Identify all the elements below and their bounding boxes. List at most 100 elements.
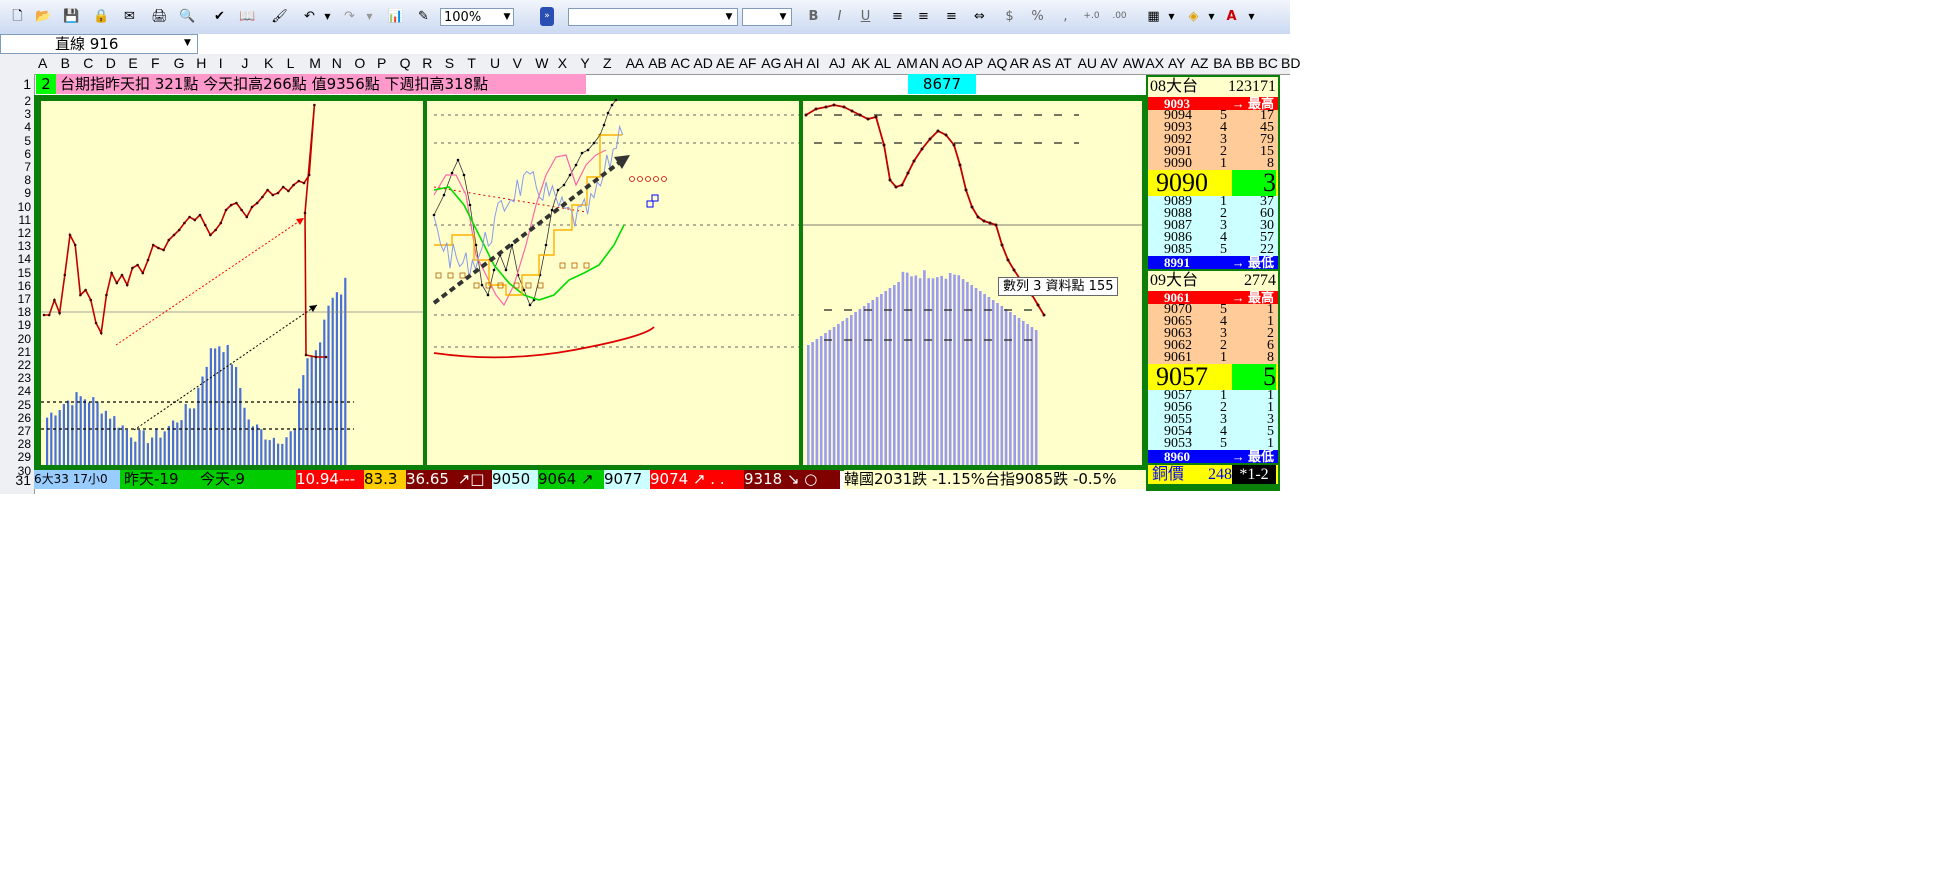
column-header[interactable]: N [332, 55, 342, 71]
font-color-icon[interactable]: A [1222, 7, 1241, 26]
column-header[interactable]: AX [1145, 55, 1164, 71]
font-color-dropdown-icon[interactable]: ▼ [1242, 7, 1261, 26]
row-header[interactable]: 13 [18, 239, 31, 253]
row-header[interactable]: 7 [24, 160, 31, 174]
column-header[interactable]: O [354, 55, 365, 71]
percent-icon[interactable]: % [1028, 7, 1047, 26]
row-header[interactable]: 20 [18, 332, 31, 346]
underline-icon[interactable]: U [856, 7, 875, 26]
column-header[interactable]: G [174, 55, 185, 71]
borders-dropdown-icon[interactable]: ▼ [1162, 7, 1181, 26]
column-header[interactable]: U [490, 55, 500, 71]
drawing-icon[interactable]: ✎ [414, 7, 433, 26]
column-header[interactable]: BC [1258, 55, 1277, 71]
row1-highlight[interactable]: 8677 [908, 74, 976, 94]
column-header[interactable]: AI [806, 55, 819, 71]
formula-bar[interactable] [198, 34, 1290, 54]
row-header[interactable]: 21 [18, 345, 31, 359]
column-header[interactable]: X [558, 55, 567, 71]
column-header[interactable]: V [513, 55, 522, 71]
currency-icon[interactable]: $ [1000, 7, 1019, 26]
print-icon[interactable]: 🖨 [150, 7, 169, 26]
fill-color-dropdown-icon[interactable]: ▼ [1202, 7, 1221, 26]
column-header[interactable]: Q [400, 55, 411, 71]
bold-icon[interactable]: B [804, 7, 823, 26]
column-header[interactable]: W [535, 55, 548, 71]
row-header[interactable]: 6 [24, 147, 31, 161]
column-header[interactable]: AU [1078, 55, 1097, 71]
font-name-dropdown-icon[interactable]: ▼ [722, 8, 736, 26]
row-header[interactable]: 26 [18, 411, 31, 425]
column-header[interactable]: AS [1032, 55, 1051, 71]
row-header[interactable]: 19 [18, 318, 31, 332]
research-icon[interactable]: 📖 [238, 7, 257, 26]
column-header[interactable]: AQ [987, 55, 1007, 71]
row-header[interactable]: 16 [18, 279, 31, 293]
undo-dropdown-icon[interactable]: ▼ [318, 7, 337, 26]
comma-icon[interactable]: , [1056, 7, 1075, 26]
quote-row[interactable]: 08大台 123171 [1148, 77, 1278, 97]
redo-icon[interactable]: ↷ [340, 7, 359, 26]
chart-wizard-icon[interactable]: 📊 [386, 7, 405, 26]
row-header[interactable]: 12 [18, 226, 31, 240]
column-header[interactable]: S [445, 55, 454, 71]
row-header[interactable]: 2 [24, 94, 31, 108]
column-header[interactable]: AV [1100, 55, 1118, 71]
row-header[interactable]: 25 [18, 398, 31, 412]
align-left-icon[interactable]: ≡ [888, 7, 907, 26]
column-header[interactable]: J [241, 55, 248, 71]
row-header[interactable]: 18 [18, 305, 31, 319]
column-header[interactable]: D [106, 55, 116, 71]
column-header[interactable]: AG [761, 55, 781, 71]
column-header[interactable]: AP [965, 55, 984, 71]
name-box-dropdown-icon[interactable]: ▼ [184, 38, 191, 48]
column-header[interactable]: AZ [1191, 55, 1209, 71]
toolbar-options-icon[interactable]: » [540, 7, 554, 26]
increase-decimal-icon[interactable]: +.0 [1082, 7, 1101, 26]
row-header[interactable]: 14 [18, 252, 31, 266]
permission-icon[interactable]: 🔒 [92, 7, 111, 26]
status-value-5[interactable]: 9064 ↗ [538, 470, 604, 489]
new-document-icon[interactable]: 🗋 [8, 7, 27, 26]
column-header[interactable]: AN [919, 55, 938, 71]
column-header[interactable]: K [264, 55, 273, 71]
column-header[interactable]: Z [603, 55, 612, 71]
name-box[interactable]: 直線 916 [0, 34, 198, 54]
row-header[interactable]: 9 [24, 186, 31, 200]
undo-icon[interactable]: ↶ [300, 7, 319, 26]
status-value-8[interactable]: 9318 ↘ ○ [744, 470, 840, 489]
column-header[interactable]: B [61, 55, 70, 71]
quote-row[interactable]: 9090 3 [1148, 170, 1278, 196]
column-header[interactable]: P [377, 55, 386, 71]
column-header[interactable]: AT [1055, 55, 1072, 71]
column-header[interactable]: AJ [829, 55, 845, 71]
column-header[interactable]: R [422, 55, 432, 71]
column-header[interactable]: F [151, 55, 160, 71]
column-header[interactable]: Y [580, 55, 589, 71]
zoom-dropdown-icon[interactable]: ▼ [500, 8, 514, 26]
align-center-icon[interactable]: ≡ [914, 7, 933, 26]
column-header[interactable]: T [467, 55, 476, 71]
column-header[interactable]: AH [784, 55, 803, 71]
column-header[interactable]: AW [1123, 55, 1145, 71]
column-header[interactable]: AR [1010, 55, 1029, 71]
format-painter-icon[interactable]: 🖌 [270, 7, 289, 26]
status-value-7[interactable]: 9074 ↗ . . [650, 470, 744, 489]
row-header[interactable]: 1 [23, 76, 31, 92]
status-value-1[interactable]: 10.94--- [296, 470, 364, 489]
row-header[interactable]: 8 [24, 173, 31, 187]
column-header[interactable]: AB [648, 55, 667, 71]
column-header[interactable]: H [196, 55, 206, 71]
merge-center-icon[interactable]: ⇔ [970, 7, 989, 26]
redo-dropdown-icon[interactable]: ▼ [360, 7, 379, 26]
align-right-icon[interactable]: ≡ [942, 7, 961, 26]
column-header[interactable]: M [309, 55, 321, 71]
print-preview-icon[interactable]: 🔍 [178, 7, 197, 26]
borders-icon[interactable]: ▦ [1144, 7, 1163, 26]
status-market-note[interactable]: 韓國2031跌 -1.15%台指9085跌 -0.5% [844, 470, 1146, 489]
status-yesterday-today[interactable]: 昨天-19 今天-9 [120, 470, 296, 489]
row1-index[interactable]: 2 [36, 74, 56, 94]
row-header[interactable]: 10 [18, 200, 31, 214]
column-header[interactable]: AD [693, 55, 712, 71]
column-header[interactable]: BA [1213, 55, 1232, 71]
